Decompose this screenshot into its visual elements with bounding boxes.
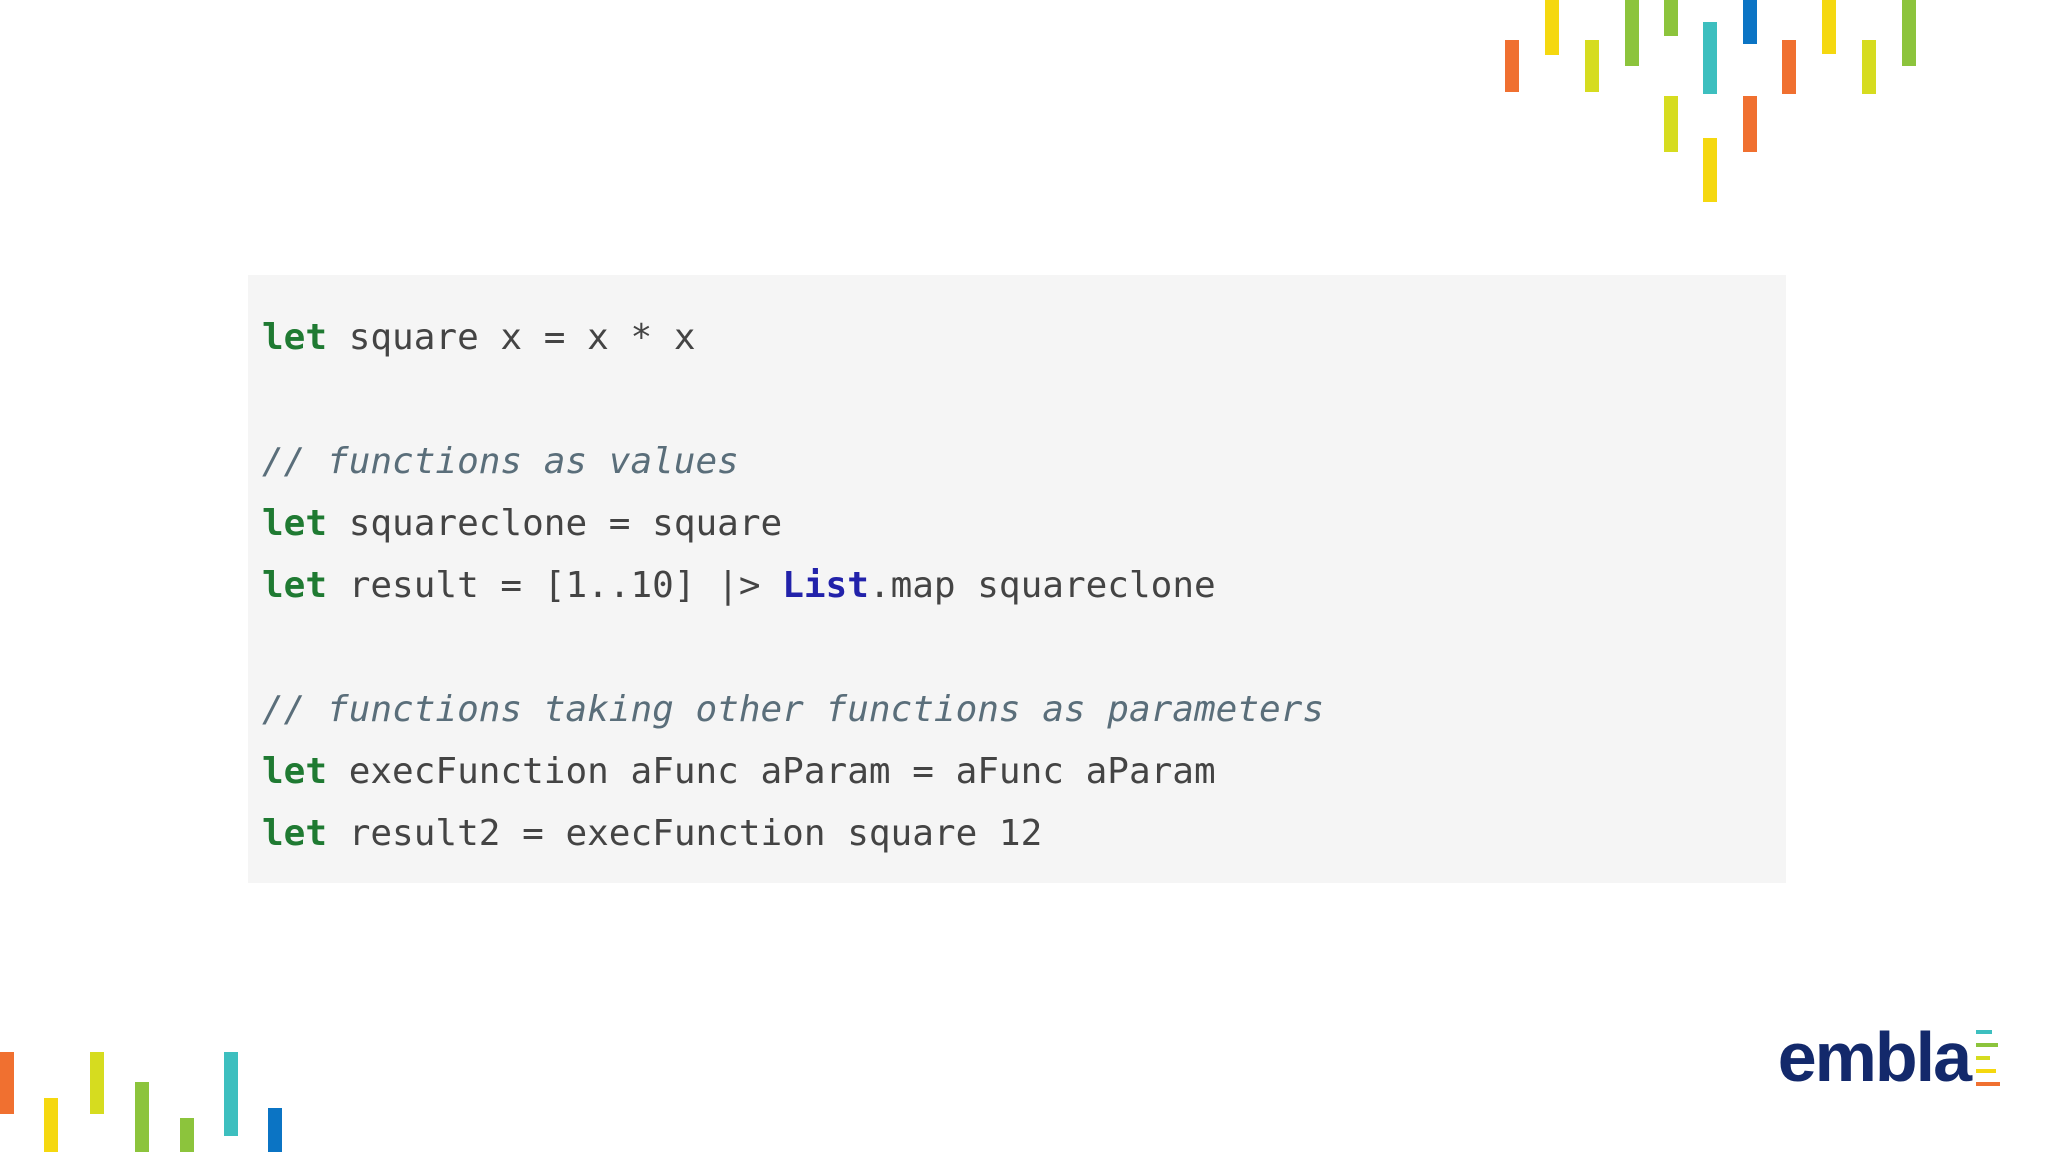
code-keyword: let [262,317,328,358]
brand-logo: embla [1778,1022,2000,1092]
stripe [268,1108,282,1152]
code-keyword: let [262,503,328,544]
logo-mark-icon [1976,1030,2000,1086]
code-line: let execFunction aFunc aParam = aFunc aP… [262,741,1324,803]
code-blank-line [262,369,1324,431]
stripe [1585,40,1599,92]
stripe [1822,0,1836,54]
code-blank-line [262,617,1324,679]
code-line: let result2 = execFunction square 12 [262,803,1324,865]
code-text: result2 = execFunction square 12 [327,813,1043,854]
stripe [1664,96,1678,152]
stripe [180,1118,194,1152]
code-comment: // functions as values [262,441,739,482]
stripe [1743,0,1757,44]
stripe [1545,0,1559,55]
stripe [1505,40,1519,92]
stripe [44,1098,58,1152]
code-text: execFunction aFunc aParam = aFunc aParam [327,751,1216,792]
code-text: result = [1..10] |> [327,565,783,606]
stripe [1703,138,1717,202]
stripe [90,1052,104,1114]
code-line: // functions as values [262,431,1324,493]
code-line: let square x = x * x [262,307,1324,369]
stripe [135,1082,149,1152]
code-text: square x = x * x [327,317,696,358]
code-text: squareclone = square [327,503,783,544]
code-keyword: let [262,751,328,792]
stripe [1703,22,1717,94]
code-block: let square x = x * x // functions as val… [248,275,1786,883]
stripe [1862,40,1876,94]
code-line: let squareclone = square [262,493,1324,555]
code-line: let result = [1..10] |> List.map squarec… [262,555,1324,617]
code-keyword: let [262,565,328,606]
code-line: // functions taking other functions as p… [262,679,1324,741]
slide: let square x = x * x // functions as val… [0,0,2048,1152]
stripe [1782,40,1796,94]
stripe [1664,0,1678,36]
code-keyword: let [262,813,328,854]
brand-name: embla [1777,1018,1972,1096]
code-lines: let square x = x * x // functions as val… [262,307,1324,865]
stripe [1902,0,1916,66]
code-text: .map squareclone [868,565,1216,606]
stripe [1625,0,1639,66]
stripe [0,1052,14,1114]
code-comment: // functions taking other functions as p… [262,689,1325,730]
code-type: List [782,565,869,606]
stripe [224,1052,238,1136]
stripe [1743,96,1757,152]
